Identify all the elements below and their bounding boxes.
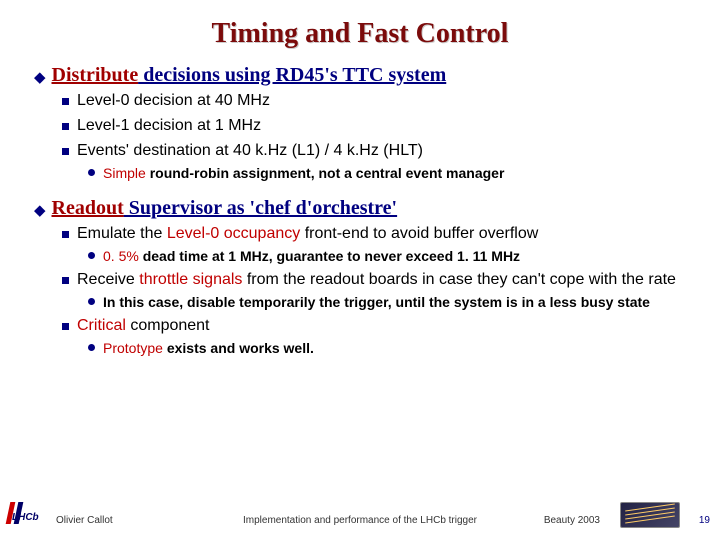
bullet-l1-readout: ◆ Readout Supervisor as 'chef d'orchestr…: [34, 197, 692, 220]
l2-red: throttle signals: [139, 271, 247, 288]
bullet-l3: 0. 5% dead time at 1 MHz, guarantee to n…: [88, 247, 692, 265]
l2-text: Emulate the Level-0 occupancy front-end …: [77, 224, 538, 245]
diamond-icon: ◆: [34, 68, 46, 86]
footer: LHCb Olivier Callot Implementation and p…: [0, 502, 720, 532]
slide-title: Timing and Fast Control: [28, 18, 692, 50]
l2-red: Level-0 occupancy: [167, 225, 300, 242]
square-icon: [62, 148, 69, 155]
circle-icon: [88, 344, 95, 351]
l2-text: Events' destination at 40 k.Hz (L1) / 4 …: [77, 141, 423, 162]
bullet-l2: Emulate the Level-0 occupancy front-end …: [62, 224, 692, 245]
bullet-l2: Events' destination at 40 k.Hz (L1) / 4 …: [62, 141, 692, 162]
l1-text: Distribute decisions using RD45's TTC sy…: [52, 64, 447, 87]
bullet-l2: Receive throttle signals from the readou…: [62, 270, 692, 291]
square-icon: [62, 323, 69, 330]
square-icon: [62, 231, 69, 238]
l1-accent: Distribute: [52, 64, 139, 86]
l2-red: Critical: [77, 317, 126, 334]
circle-icon: [88, 252, 95, 259]
spacer: [28, 183, 692, 195]
l3-text: In this case, disable temporarily the tr…: [103, 293, 650, 311]
l2-text: Level-1 decision at 1 MHz: [77, 116, 261, 137]
l1-rest: decisions using RD45's TTC system: [138, 64, 446, 86]
bullet-l2: Level-1 decision at 1 MHz: [62, 116, 692, 137]
page-number: 19: [699, 515, 710, 526]
square-icon: [62, 277, 69, 284]
l2-part: Emulate the: [77, 225, 167, 242]
circle-icon: [88, 298, 95, 305]
l2-part: front-end to avoid buffer overflow: [300, 225, 538, 242]
l2-text: Receive throttle signals from the readou…: [77, 270, 676, 291]
l1-text: Readout Supervisor as 'chef d'orchestre': [52, 197, 398, 220]
bullet-l3: Simple round-robin assignment, not a cen…: [88, 164, 692, 182]
l1-rest: Supervisor as 'chef d'orchestre': [124, 197, 397, 219]
slide: Timing and Fast Control ◆ Distribute dec…: [0, 0, 720, 540]
l2-part: from the readout boards in case they can…: [247, 271, 676, 288]
l3-bold: dead time at 1 MHz, guarantee to never e…: [143, 248, 520, 264]
l3-bold: exists and works well.: [167, 340, 314, 356]
bullet-l2: Level-0 decision at 40 MHz: [62, 91, 692, 112]
l3-red: 0. 5%: [103, 248, 143, 264]
l3-text: Prototype exists and works well.: [103, 339, 314, 357]
diamond-icon: ◆: [34, 201, 46, 219]
footer-conference: Beauty 2003: [544, 515, 600, 526]
l3-bold: round-robin assignment, not a central ev…: [150, 165, 505, 181]
footer-title: Implementation and performance of the LH…: [0, 515, 720, 526]
l1-accent: Readout: [52, 197, 124, 219]
lal-logo-icon: [620, 502, 680, 528]
l3-bold: In this case, disable temporarily the tr…: [103, 294, 650, 310]
circle-icon: [88, 169, 95, 176]
square-icon: [62, 98, 69, 105]
l2-part: Receive: [77, 271, 139, 288]
square-icon: [62, 123, 69, 130]
l3-text: Simple round-robin assignment, not a cen…: [103, 164, 504, 182]
l2-part: component: [126, 317, 210, 334]
bullet-l2: Critical component: [62, 316, 692, 337]
l3-text: 0. 5% dead time at 1 MHz, guarantee to n…: [103, 247, 520, 265]
bullet-l3: In this case, disable temporarily the tr…: [88, 293, 692, 311]
l2-text: Level-0 decision at 40 MHz: [77, 91, 270, 112]
bullet-l1-distribute: ◆ Distribute decisions using RD45's TTC …: [34, 64, 692, 87]
l3-red: Prototype: [103, 340, 167, 356]
bullet-l3: Prototype exists and works well.: [88, 339, 692, 357]
l2-text: Critical component: [77, 316, 210, 337]
l3-red: Simple: [103, 165, 150, 181]
